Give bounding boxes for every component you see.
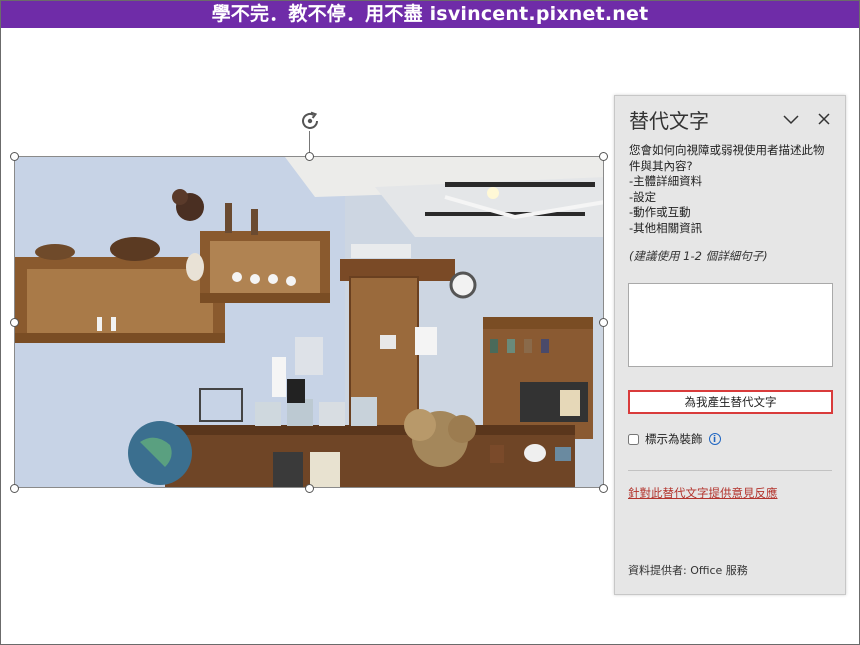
- resize-handle-top[interactable]: [305, 152, 314, 161]
- decorative-checkbox[interactable]: [628, 433, 639, 445]
- resize-handle-bottom-right[interactable]: [599, 484, 608, 493]
- alt-text-pane: 替代文字 您會如何向視障或弱視使用者描述此物件與其內容? -主體詳細資料 -設定…: [614, 95, 846, 595]
- resize-handle-bottom[interactable]: [305, 484, 314, 493]
- resize-handle-top-right[interactable]: [599, 152, 608, 161]
- generate-alt-text-button[interactable]: 為我產生替代文字: [628, 390, 833, 414]
- pane-description: 您會如何向視障或弱視使用者描述此物件與其內容? -主體詳細資料 -設定 -動作或…: [629, 143, 825, 235]
- feedback-link[interactable]: 針對此替代文字提供意見反應: [628, 485, 778, 501]
- pane-hint: (建議使用 1-2 個詳細句子): [629, 249, 768, 263]
- rotate-icon[interactable]: [298, 109, 322, 133]
- cafe-photo[interactable]: [14, 156, 604, 488]
- pane-divider: [628, 470, 832, 471]
- pane-title: 替代文字: [629, 109, 709, 133]
- close-icon[interactable]: [817, 111, 831, 125]
- provider-text: 資料提供者: Office 服務: [628, 564, 748, 577]
- top-banner: 學不完．教不停．用不盡 isvincent.pixnet.net: [0, 0, 860, 28]
- info-icon[interactable]: i: [708, 433, 721, 445]
- resize-handle-left[interactable]: [10, 318, 19, 327]
- resize-handle-bottom-left[interactable]: [10, 484, 19, 493]
- decorative-label: 標示為裝飾: [645, 432, 703, 446]
- resize-handle-top-left[interactable]: [10, 152, 19, 161]
- chevron-down-icon[interactable]: [783, 111, 799, 125]
- alt-text-input[interactable]: [628, 283, 833, 367]
- decorative-row: 標示為裝飾 i: [628, 431, 721, 447]
- cafe-photo-illustration: [15, 157, 603, 487]
- resize-handle-right[interactable]: [599, 318, 608, 327]
